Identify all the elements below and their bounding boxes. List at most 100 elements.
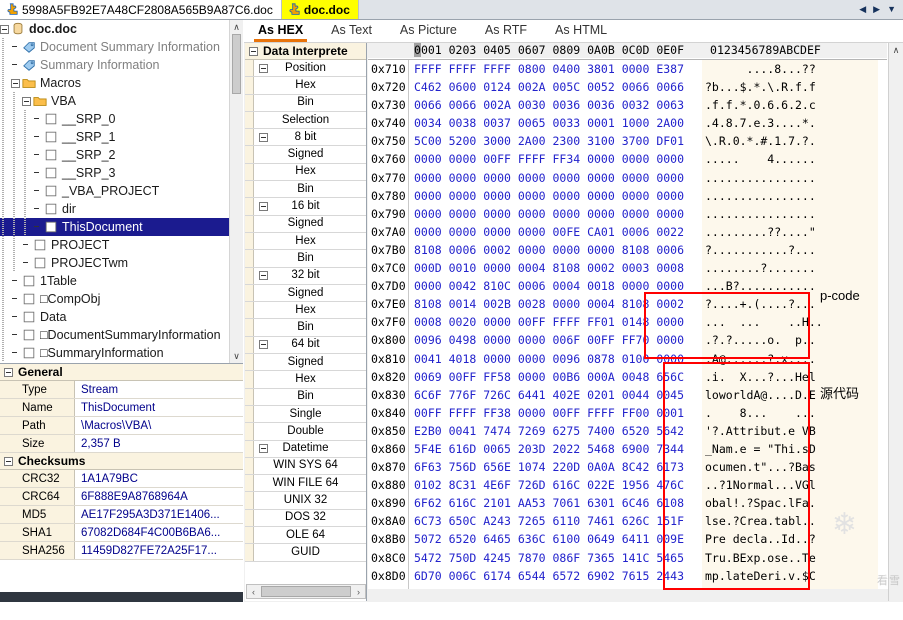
hex-bytes[interactable]: 6F63 756D 656E 1074 220D 0A0A 8C42 6173: [409, 458, 702, 476]
interpreter-row-signed[interactable]: Signed: [245, 146, 366, 164]
view-tab-as-hex[interactable]: As HEX: [244, 21, 317, 42]
document-tab-1[interactable]: doc.doc: [281, 0, 359, 19]
collapse-icon[interactable]: [259, 271, 268, 281]
scrollbar-thumb[interactable]: [261, 586, 351, 597]
hex-bytes[interactable]: 5F4E 616D 0065 203D 2022 5468 6900 7344: [409, 440, 702, 458]
hex-row[interactable]: 0x800 0096 0498 0000 0000 006F 00FF FF70 …: [368, 331, 887, 350]
tree-item--summaryinformation[interactable]: □SummaryInformation: [0, 344, 243, 362]
hex-ascii[interactable]: ..... 4......: [702, 150, 878, 169]
hex-ascii[interactable]: ocumen.t"...?Bas: [702, 458, 878, 477]
hex-vscrollbar[interactable]: ∧: [888, 43, 903, 601]
tree-item-summary-information[interactable]: Summary Information: [0, 56, 243, 74]
collapse-icon[interactable]: [259, 340, 268, 350]
hex-row[interactable]: 0x720 C462 0600 0124 002A 005C 0052 0066 …: [368, 78, 887, 97]
view-tab-as-html[interactable]: As HTML: [541, 21, 621, 42]
interpreter-row-hex[interactable]: Hex: [245, 163, 366, 182]
hex-ascii[interactable]: ... ... ..H..: [702, 313, 878, 332]
hex-ascii[interactable]: '?.Attribut.e VB: [702, 421, 878, 440]
hex-ascii[interactable]: ................: [702, 204, 878, 223]
hex-bytes[interactable]: 0000 0000 0000 0000 0000 0000 0000 0000: [409, 205, 702, 223]
interpreter-row-hex[interactable]: Hex: [245, 302, 366, 320]
hex-ascii[interactable]: _Nam.e = "Thi.sD: [702, 439, 878, 459]
hex-bytes[interactable]: 0000 0000 00FF FFFF FF34 0000 0000 0000: [409, 150, 702, 168]
hex-row[interactable]: 0x830 6C6F 776F 726C 6441 402E 0201 0044 …: [368, 385, 887, 404]
collapse-icon[interactable]: [0, 24, 9, 34]
hex-row[interactable]: 0x7F0 0008 0020 0000 00FF FFFF FF01 0148 …: [368, 313, 887, 332]
scroll-up-icon[interactable]: ∧: [230, 20, 243, 34]
interpreter-row-bin[interactable]: Bin: [245, 250, 366, 268]
hex-bytes[interactable]: 0000 0042 810C 0006 0004 0018 0000 0000: [409, 277, 702, 295]
tree-item-vba[interactable]: VBA: [0, 92, 243, 110]
hex-row[interactable]: 0x7B0 8108 0006 0002 0000 0000 0000 8108 …: [368, 240, 887, 260]
property-row[interactable]: MD5 AE17F295A3D371E1406...: [0, 506, 243, 524]
hex-row[interactable]: 0x850 E2B0 0041 7474 7269 6275 7400 6520 …: [368, 421, 887, 440]
hex-row[interactable]: 0x7C0 000D 0010 0000 0004 8108 0002 0003 …: [368, 259, 887, 278]
interpreter-row-double[interactable]: Double: [245, 423, 366, 441]
hex-bytes[interactable]: 0066 0066 002A 0030 0036 0036 0032 0063: [409, 96, 702, 114]
hex-row[interactable]: 0x8B0 5072 6520 6465 636C 6100 0649 6411 …: [368, 530, 887, 549]
hex-ascii[interactable]: ................: [702, 186, 878, 205]
hex-bytes[interactable]: 8108 0006 0002 0000 0000 0000 8108 0006: [409, 241, 702, 259]
hex-bytes[interactable]: 00FF FFFF FF38 0000 00FF FFFF FF00 0001: [409, 404, 702, 422]
hex-bytes[interactable]: 0000 0000 0000 0000 0000 0000 0000 0000: [409, 169, 702, 187]
hex-ascii[interactable]: .A@......?.x....: [702, 349, 878, 368]
hex-rows[interactable]: 0x710 FFFF FFFF FFFF 0800 0400 3801 0000 …: [368, 59, 887, 589]
hex-bytes[interactable]: 6C73 650C A243 7265 6110 7461 626C 151F: [409, 512, 702, 530]
hex-ascii[interactable]: ....8...??: [702, 60, 878, 79]
collapse-icon[interactable]: [259, 444, 268, 454]
view-tab-as-text[interactable]: As Text: [317, 21, 386, 42]
interpreter-hscrollbar[interactable]: ‹ ›: [246, 584, 366, 599]
hex-bytes[interactable]: 0000 0000 0000 0000 0000 0000 0000 0000: [409, 187, 702, 205]
hex-bytes[interactable]: 6C6F 776F 726C 6441 402E 0201 0044 0045: [409, 386, 702, 404]
interpreter-row-hex[interactable]: Hex: [245, 371, 366, 389]
hex-ascii[interactable]: \.R.0.*.#.1.7.?.: [702, 132, 878, 151]
data-interpreter-header[interactable]: Data Interprete: [245, 43, 366, 60]
property-row[interactable]: SHA256 11459D827FE72A25F17...: [0, 542, 243, 560]
hex-row[interactable]: 0x860 5F4E 616D 0065 203D 2022 5468 6900 …: [368, 439, 887, 459]
hex-row[interactable]: 0x890 6F62 616C 2101 AA53 7061 6301 6C46 …: [368, 494, 887, 513]
tree-item-project[interactable]: PROJECT: [0, 236, 243, 254]
property-row[interactable]: SHA1 67082D684F4C00B6BA6...: [0, 524, 243, 542]
hex-bytes[interactable]: 5C00 5200 3000 2A00 2300 3100 3700 DF01: [409, 132, 702, 150]
property-row[interactable]: Path \Macros\VBA\: [0, 417, 243, 435]
hex-row[interactable]: 0x870 6F63 756D 656E 1074 220D 0A0A 8C42 …: [368, 458, 887, 477]
hex-ascii[interactable]: ?...........?...: [702, 240, 878, 260]
hex-ascii[interactable]: .4.8.7.e.3....*.: [702, 114, 878, 133]
hex-row[interactable]: 0x7D0 0000 0042 810C 0006 0004 0018 0000 …: [368, 277, 887, 296]
interpreter-row-datetime[interactable]: Datetime: [245, 440, 366, 458]
hex-bytes[interactable]: C462 0600 0124 002A 005C 0052 0066 0066: [409, 78, 702, 96]
hex-row[interactable]: 0x840 00FF FFFF FF38 0000 00FF FFFF FF00 …: [368, 403, 887, 422]
interpreter-row-signed[interactable]: Signed: [245, 354, 366, 372]
interpreter-row-16-bit[interactable]: 16 bit: [245, 198, 366, 216]
view-tab-as-picture[interactable]: As Picture: [386, 21, 471, 42]
interpreter-row-bin[interactable]: Bin: [245, 319, 366, 337]
collapse-icon[interactable]: [22, 96, 31, 106]
tree-item-document-summary-information[interactable]: Document Summary Information: [0, 38, 243, 56]
tree-item-thisdocument[interactable]: ThisDocument: [0, 218, 243, 236]
hex-bytes[interactable]: 5072 6520 6465 636C 6100 0649 6411 009E: [409, 530, 702, 548]
hex-ascii[interactable]: ..?1Normal...VGl: [702, 476, 878, 495]
hex-bytes[interactable]: 8108 0014 002B 0028 0000 0004 8108 0002: [409, 295, 702, 313]
structure-tree[interactable]: doc.doc Document Summary Information Summa…: [0, 20, 243, 364]
tree-item-doc-doc[interactable]: doc.doc: [0, 20, 243, 38]
collapse-icon[interactable]: [249, 46, 258, 56]
property-row[interactable]: CRC32 1A1A79BC: [0, 470, 243, 488]
scroll-left-icon[interactable]: ‹: [247, 587, 260, 597]
hex-row[interactable]: 0x790 0000 0000 0000 0000 0000 0000 0000 …: [368, 204, 887, 223]
hex-bytes[interactable]: E2B0 0041 7474 7269 6275 7400 6520 5642: [409, 422, 702, 440]
interpreter-row-single[interactable]: Single: [245, 405, 366, 424]
hex-ascii[interactable]: .f.f.*.0.6.6.2.c: [702, 96, 878, 115]
interpreter-row-64-bit[interactable]: 64 bit: [245, 336, 366, 355]
tree-item--documentsummaryinformation[interactable]: □DocumentSummaryInformation: [0, 326, 243, 344]
hex-bytes[interactable]: 0000 0000 0000 0000 00FE CA01 0006 0022: [409, 223, 702, 241]
tree-item-macros[interactable]: Macros: [0, 74, 243, 92]
property-row[interactable]: Size 2,357 B: [0, 435, 243, 453]
hex-view[interactable]: 0001 0203 0405 0607 0809 0A0B 0C0D 0E0F 0…: [368, 43, 903, 601]
property-group-general[interactable]: General: [0, 364, 243, 381]
property-group-checksums[interactable]: Checksums: [0, 453, 243, 470]
collapse-icon[interactable]: [11, 78, 20, 88]
hex-bytes[interactable]: 0096 0498 0000 0000 006F 00FF FF70 0000: [409, 331, 702, 349]
interpreter-row-8-bit[interactable]: 8 bit: [245, 129, 366, 147]
hex-row[interactable]: 0x820 0069 00FF FF58 0000 00B6 000A 0048 …: [368, 367, 887, 386]
interpreter-row-selection[interactable]: Selection: [245, 111, 366, 130]
